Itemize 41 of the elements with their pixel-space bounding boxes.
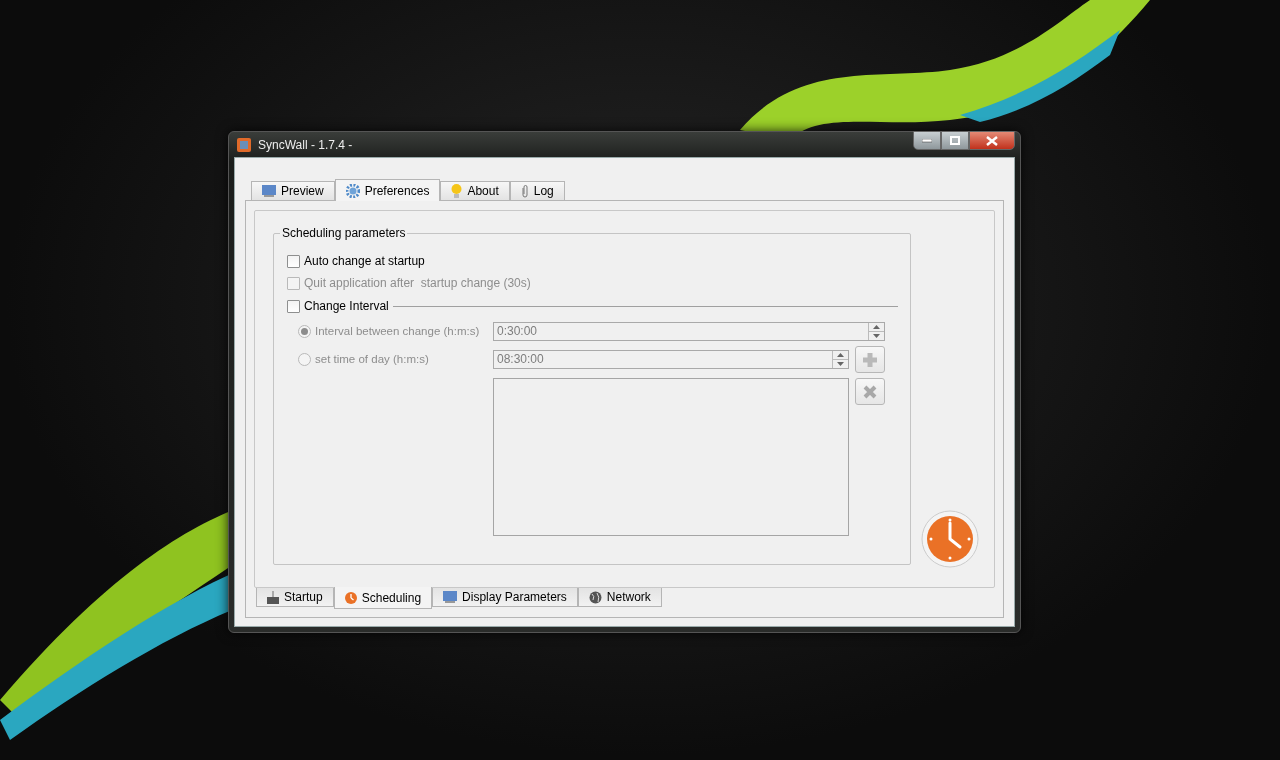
minimize-button[interactable] <box>913 131 941 150</box>
radio-label: set time of day (h:m:s) <box>315 351 429 367</box>
down-arrow-icon[interactable] <box>873 334 880 338</box>
checkbox-label: Change Interval <box>304 298 389 315</box>
up-arrow-icon[interactable] <box>837 353 844 357</box>
checkbox[interactable] <box>287 299 300 313</box>
close-button[interactable] <box>969 131 1015 150</box>
monitor-icon <box>262 185 276 197</box>
drive-icon <box>267 590 279 604</box>
checkbox[interactable] <box>287 254 300 268</box>
paperclip-icon <box>520 184 529 198</box>
tab[interactable]: Preferences <box>334 179 441 201</box>
up-arrow-icon[interactable] <box>873 325 880 329</box>
tab[interactable]: Network <box>577 588 662 607</box>
checkbox-label: Quit application after startup change (30s) <box>304 275 531 292</box>
tab[interactable]: Startup <box>256 588 334 607</box>
add-button[interactable] <box>855 346 885 373</box>
close-icon <box>986 135 998 146</box>
radio-label: Interval between change (h:m:s) <box>315 323 480 339</box>
tab[interactable]: Display Parameters <box>432 588 578 607</box>
minimize-icon <box>922 138 932 143</box>
app-icon <box>236 136 252 153</box>
remove-button[interactable] <box>855 378 885 405</box>
maximize-icon <box>950 136 960 145</box>
light-bulb-icon <box>451 184 463 198</box>
group-title: Scheduling parameters <box>280 226 408 240</box>
clock-icon <box>344 591 357 604</box>
tab[interactable]: Log <box>509 181 565 200</box>
tab[interactable]: About <box>440 181 510 200</box>
clock-icon <box>921 510 979 568</box>
cross-icon <box>863 384 877 399</box>
monitor-icon <box>443 591 458 603</box>
plus-icon <box>862 351 878 368</box>
globe-icon <box>588 590 602 604</box>
window-title: SyncWall - 1.7.4 - <box>258 136 353 154</box>
maximize-button[interactable] <box>941 131 969 150</box>
down-arrow-icon[interactable] <box>837 362 844 366</box>
tab[interactable]: Scheduling <box>333 587 433 609</box>
gear-icon <box>345 183 360 198</box>
checkbox-label: Auto change at startup <box>304 253 425 270</box>
tab[interactable]: Preview <box>251 181 335 200</box>
